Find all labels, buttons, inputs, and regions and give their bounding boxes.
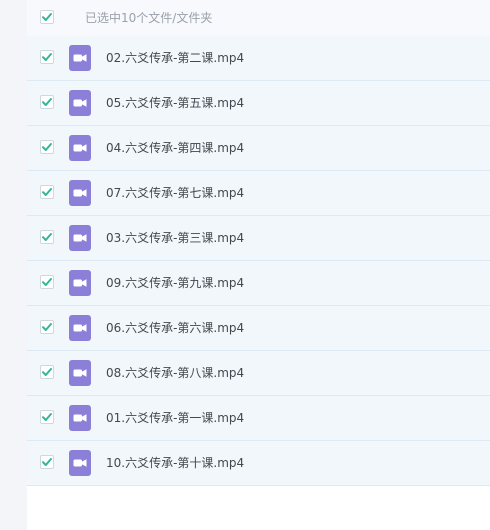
file-checkbox[interactable] (40, 140, 54, 154)
check-icon (42, 13, 52, 21)
file-name[interactable]: 05.六爻传承-第五课.mp4 (106, 81, 244, 125)
file-name[interactable]: 04.六爻传承-第四课.mp4 (106, 126, 244, 170)
file-name[interactable]: 01.六爻传承-第一课.mp4 (106, 396, 244, 440)
check-icon (42, 278, 52, 286)
video-file-icon (69, 135, 91, 161)
file-row[interactable]: 08.六爻传承-第八课.mp4 (27, 351, 490, 396)
video-file-icon (69, 225, 91, 251)
selection-count-text: 已选中10个文件/文件夹 (85, 11, 213, 25)
file-row[interactable]: 07.六爻传承-第七课.mp4 (27, 171, 490, 216)
file-row[interactable]: 03.六爻传承-第三课.mp4 (27, 216, 490, 261)
check-icon (42, 98, 52, 106)
file-checkbox[interactable] (40, 410, 54, 424)
file-checkbox[interactable] (40, 185, 54, 199)
video-file-icon (69, 45, 91, 71)
check-icon (42, 368, 52, 376)
check-icon (42, 233, 52, 241)
file-list: 02.六爻传承-第二课.mp4 05.六爻传承-第五课.mp4 04.六爻传承-… (27, 36, 490, 486)
check-icon (42, 413, 52, 421)
check-icon (42, 53, 52, 61)
file-name[interactable]: 02.六爻传承-第二课.mp4 (106, 36, 244, 80)
left-gutter (0, 0, 27, 530)
file-checkbox[interactable] (40, 275, 54, 289)
file-checkbox[interactable] (40, 455, 54, 469)
file-checkbox[interactable] (40, 95, 54, 109)
file-checkbox[interactable] (40, 365, 54, 379)
check-icon (42, 188, 52, 196)
select-all-checkbox[interactable] (40, 10, 54, 24)
file-checkbox[interactable] (40, 230, 54, 244)
file-name[interactable]: 07.六爻传承-第七课.mp4 (106, 171, 244, 215)
file-name[interactable]: 06.六爻传承-第六课.mp4 (106, 306, 244, 350)
video-file-icon (69, 405, 91, 431)
file-checkbox[interactable] (40, 50, 54, 64)
file-row[interactable]: 06.六爻传承-第六课.mp4 (27, 306, 490, 351)
video-file-icon (69, 270, 91, 296)
file-row[interactable]: 09.六爻传承-第九课.mp4 (27, 261, 490, 306)
file-row[interactable]: 01.六爻传承-第一课.mp4 (27, 396, 490, 441)
video-file-icon (69, 90, 91, 116)
check-icon (42, 323, 52, 331)
file-row[interactable]: 04.六爻传承-第四课.mp4 (27, 126, 490, 171)
file-name[interactable]: 03.六爻传承-第三课.mp4 (106, 216, 244, 260)
video-file-icon (69, 450, 91, 476)
video-file-icon (69, 360, 91, 386)
file-row[interactable]: 02.六爻传承-第二课.mp4 (27, 36, 490, 81)
file-name[interactable]: 09.六爻传承-第九课.mp4 (106, 261, 244, 305)
check-icon (42, 143, 52, 151)
file-row[interactable]: 05.六爻传承-第五课.mp4 (27, 81, 490, 126)
file-row[interactable]: 10.六爻传承-第十课.mp4 (27, 441, 490, 486)
video-file-icon (69, 180, 91, 206)
video-file-icon (69, 315, 91, 341)
file-name[interactable]: 10.六爻传承-第十课.mp4 (106, 441, 244, 485)
file-checkbox[interactable] (40, 320, 54, 334)
selection-header: 已选中10个文件/文件夹 (27, 0, 490, 36)
check-icon (42, 458, 52, 466)
file-name[interactable]: 08.六爻传承-第八课.mp4 (106, 351, 244, 395)
